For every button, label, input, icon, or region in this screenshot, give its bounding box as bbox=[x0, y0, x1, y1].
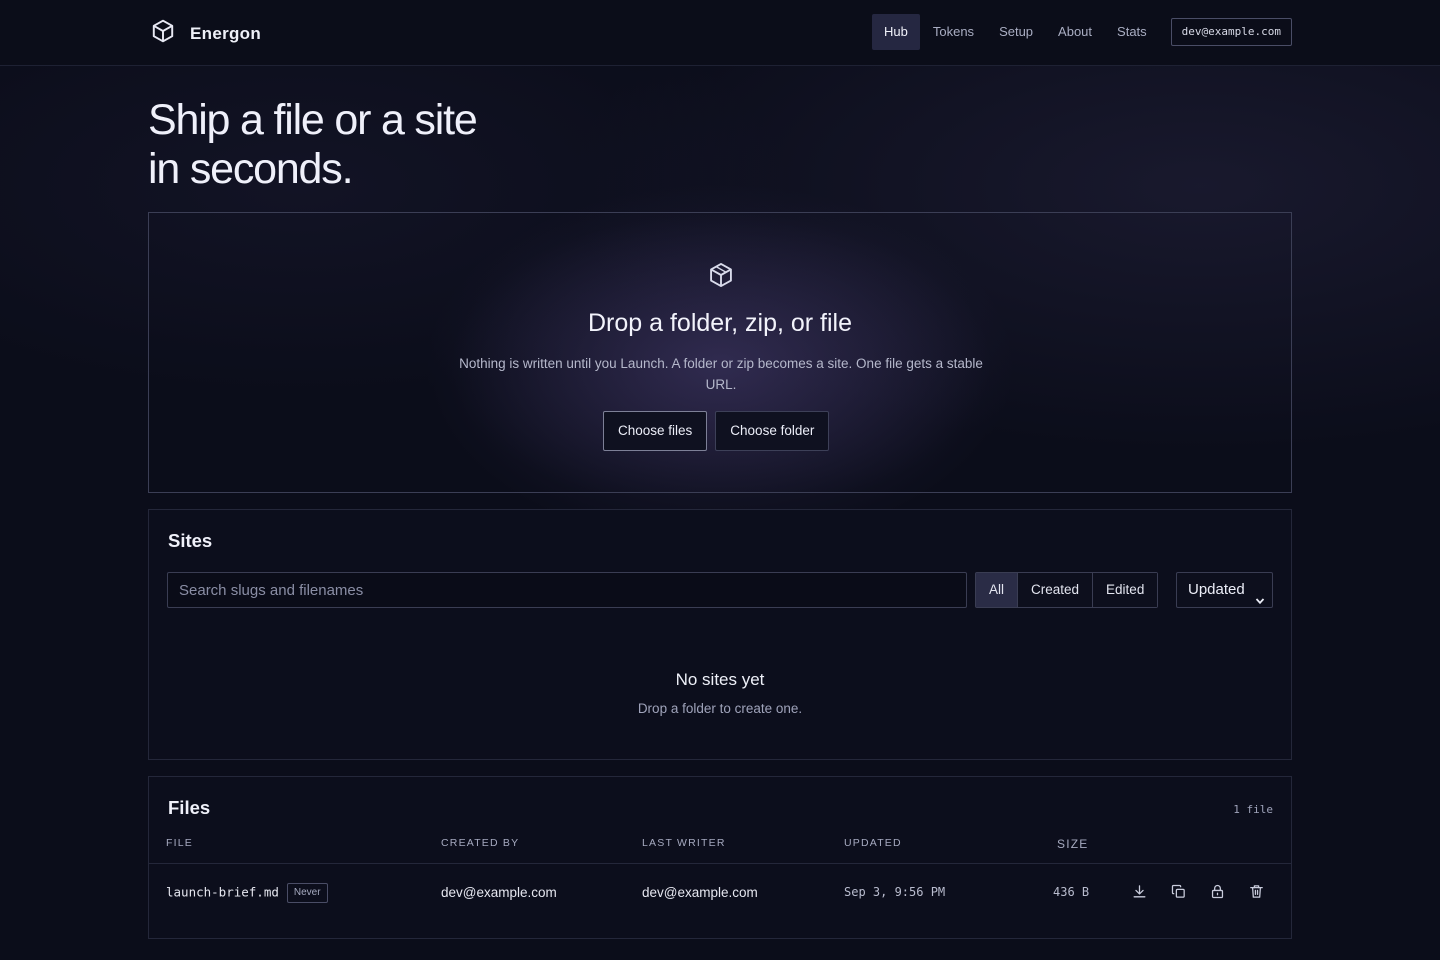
app-name: Energon bbox=[190, 23, 262, 43]
nav-setup[interactable]: Setup bbox=[987, 14, 1045, 50]
filter-created[interactable]: Created bbox=[1017, 573, 1093, 607]
lock-icon[interactable] bbox=[1209, 883, 1226, 900]
cube-logo-icon bbox=[150, 18, 176, 49]
table-divider bbox=[149, 863, 1291, 864]
sites-title: Sites bbox=[168, 530, 213, 551]
column-header-created-by[interactable]: CREATED BY bbox=[441, 837, 519, 849]
nav-stats[interactable]: Stats bbox=[1105, 14, 1159, 50]
copy-icon[interactable] bbox=[1170, 883, 1187, 900]
column-header-size[interactable]: SIZE bbox=[1057, 837, 1088, 851]
sites-panel: Sites All Created Edited Updated No site… bbox=[148, 509, 1292, 760]
nav-tokens[interactable]: Tokens bbox=[921, 14, 986, 50]
created-by-cell: dev@example.com bbox=[441, 885, 557, 900]
top-bar: Energon Hub Tokens Setup About Stats dev… bbox=[0, 0, 1440, 66]
hero-title-line-1: Ship a file or a site bbox=[148, 96, 478, 144]
user-email-button[interactable]: dev@example.com bbox=[1170, 18, 1292, 46]
last-writer-cell: dev@example.com bbox=[642, 885, 758, 900]
filter-edited[interactable]: Edited bbox=[1092, 573, 1158, 607]
search-input[interactable] bbox=[167, 572, 967, 608]
filter-all[interactable]: All bbox=[976, 573, 1018, 607]
brand[interactable]: Energon bbox=[150, 18, 261, 49]
cube-icon bbox=[707, 261, 735, 289]
main-nav: Hub Tokens Setup About Stats dev@example… bbox=[871, 14, 1292, 50]
filter-segmented-control: All Created Edited bbox=[975, 572, 1159, 608]
files-panel: Files 1 file FILE CREATED BY LAST WRITER… bbox=[148, 776, 1292, 939]
file-name[interactable]: launch-brief.md bbox=[166, 885, 279, 900]
empty-state-title: No sites yet bbox=[675, 670, 765, 689]
column-header-file[interactable]: FILE bbox=[166, 837, 193, 849]
hero-title-line-2: in seconds. bbox=[148, 145, 354, 193]
size-cell: 436 B bbox=[1053, 885, 1090, 899]
file-count: 1 file bbox=[1233, 803, 1273, 816]
dropzone-actions: Choose files Choose folder bbox=[603, 411, 830, 451]
row-actions bbox=[1131, 883, 1265, 900]
dropzone-title: Drop a folder, zip, or file bbox=[587, 309, 852, 337]
expiry-badge: Never bbox=[286, 883, 328, 903]
column-header-last-writer[interactable]: LAST WRITER bbox=[642, 837, 726, 849]
nav-about[interactable]: About bbox=[1046, 14, 1104, 50]
chevron-down-icon bbox=[1255, 585, 1265, 605]
updated-cell: Sep 3, 9:56 PM bbox=[844, 885, 946, 899]
sort-value: Updated bbox=[1188, 581, 1245, 598]
empty-state-subtitle: Drop a folder to create one. bbox=[637, 701, 803, 716]
choose-folder-button[interactable]: Choose folder bbox=[715, 411, 830, 451]
trash-icon[interactable] bbox=[1248, 883, 1265, 900]
column-header-updated[interactable]: UPDATED bbox=[844, 837, 902, 849]
sort-select[interactable]: Updated bbox=[1176, 572, 1273, 608]
files-title: Files bbox=[168, 797, 211, 818]
upload-dropzone[interactable]: Drop a folder, zip, or file Nothing is w… bbox=[148, 212, 1292, 493]
nav-hub[interactable]: Hub bbox=[872, 14, 920, 50]
dropzone-subtitle: Nothing is written until you Launch. A f… bbox=[459, 356, 983, 392]
download-icon[interactable] bbox=[1131, 883, 1148, 900]
file-name-cell: launch-brief.md Never bbox=[166, 883, 328, 903]
hero-title: Ship a file or a site in seconds. bbox=[148, 96, 648, 194]
choose-files-button[interactable]: Choose files bbox=[603, 411, 708, 451]
